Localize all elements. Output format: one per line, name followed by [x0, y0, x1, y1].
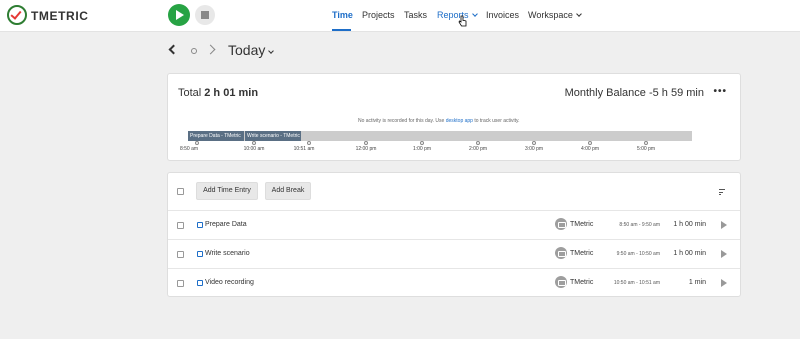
- project-name[interactable]: TMetric: [570, 250, 593, 257]
- today-button[interactable]: [191, 48, 197, 54]
- start-timer-button[interactable]: [168, 4, 190, 26]
- project-icon: [555, 218, 567, 230]
- sort-list-icon[interactable]: [719, 189, 725, 195]
- chevron-down-icon: [471, 11, 478, 17]
- timeline-tick-label: 4:00 pm: [580, 146, 600, 152]
- date-label: Today: [228, 42, 266, 58]
- monthly-balance: Monthly Balance -5 h 59 min: [565, 87, 704, 99]
- timeline-tick: [644, 141, 648, 145]
- nav-workspace-label: Workspace: [528, 10, 573, 20]
- project-name[interactable]: TMetric: [570, 279, 593, 286]
- timeline-tick-label: 12:00 pm: [355, 146, 377, 152]
- activity-note-prefix: No activity is recorded for this day. Us…: [358, 118, 445, 124]
- play-icon[interactable]: [721, 221, 727, 229]
- day-timeline: Prepare Data - TMetric Write scenario - …: [188, 131, 692, 141]
- play-icon[interactable]: [721, 250, 727, 258]
- timeline-tick-label: 2:00 pm: [468, 146, 488, 152]
- nav-invoices[interactable]: Invoices: [486, 10, 519, 20]
- total-value: 2 h 01 min: [204, 87, 259, 99]
- add-time-entry-button[interactable]: Add Time Entry: [196, 182, 258, 200]
- task-name[interactable]: Write scenario: [205, 250, 250, 257]
- row-checkbox[interactable]: [177, 280, 184, 287]
- table-row[interactable]: Video recording TMetric 10:50 am - 10:51…: [168, 269, 740, 298]
- date-picker[interactable]: Today: [228, 42, 275, 58]
- time-range[interactable]: 8:50 am - 9:50 am: [600, 222, 660, 228]
- timeline-tick-label: 3:00 pm: [524, 146, 544, 152]
- activity-note-suffix: to track user activity.: [474, 118, 520, 124]
- nav-active-indicator: [332, 29, 351, 31]
- timeline-tick: [364, 141, 368, 145]
- select-all-checkbox[interactable]: [177, 188, 184, 195]
- timeline-tick: [252, 141, 256, 145]
- time-range[interactable]: 9:50 am - 10:50 am: [600, 251, 660, 257]
- project-icon: [555, 247, 567, 259]
- nav-reports[interactable]: Reports: [437, 10, 478, 20]
- nav-tasks[interactable]: Tasks: [404, 10, 427, 20]
- timeline-tick-label: 8:50 am: [179, 146, 199, 152]
- timeline-tick-label: 5:00 pm: [636, 146, 656, 152]
- chevron-down-icon: [268, 48, 275, 54]
- timeline-tick-label: 10:00 am: [243, 146, 265, 152]
- task-name[interactable]: Prepare Data: [205, 221, 247, 228]
- timeline-tick: [588, 141, 592, 145]
- timeline-tick: [420, 141, 424, 145]
- stop-timer-button[interactable]: [195, 5, 215, 25]
- activity-note: No activity is recorded for this day. Us…: [358, 118, 520, 124]
- timeline-tick: [307, 141, 311, 145]
- brand-name: TMETRIC: [31, 9, 89, 23]
- timeline-segment-prepare-data[interactable]: Prepare Data - TMetric: [188, 131, 244, 141]
- play-icon[interactable]: [721, 279, 727, 287]
- timeline-tick-label: 10:51 am: [293, 146, 315, 152]
- timeline-tick: [476, 141, 480, 145]
- timeline-tick-label: 1:00 pm: [412, 146, 432, 152]
- duration[interactable]: 1 h 00 min: [668, 221, 706, 228]
- task-link-icon[interactable]: [197, 280, 203, 286]
- nav-time[interactable]: Time: [332, 10, 353, 20]
- previous-day-button[interactable]: [168, 44, 179, 55]
- duration[interactable]: 1 min: [668, 279, 706, 286]
- desktop-app-link[interactable]: desktop app: [446, 118, 473, 124]
- timeline-tick: [532, 141, 536, 145]
- task-link-icon[interactable]: [197, 251, 203, 257]
- total-time: Total 2 h 01 min: [178, 87, 258, 99]
- time-range[interactable]: 10:50 am - 10:51 am: [600, 280, 660, 286]
- nav-workspace[interactable]: Workspace: [528, 10, 582, 20]
- timeline-tick: [195, 141, 199, 145]
- project-name[interactable]: TMetric: [570, 221, 593, 228]
- project-icon: [555, 276, 567, 288]
- summary-card: Total 2 h 01 min Monthly Balance -5 h 59 …: [167, 73, 741, 161]
- top-bar: TMETRIC Time Projects Tasks Reports Invo…: [0, 0, 800, 32]
- nav-projects[interactable]: Projects: [362, 10, 395, 20]
- row-checkbox[interactable]: [177, 222, 184, 229]
- next-day-button[interactable]: [205, 44, 216, 55]
- balance-value: -5 h 59 min: [648, 87, 704, 99]
- balance-label: Monthly Balance: [564, 87, 646, 99]
- task-link-icon[interactable]: [197, 222, 203, 228]
- table-row[interactable]: Prepare Data TMetric 8:50 am - 9:50 am 1…: [168, 211, 740, 240]
- add-break-button[interactable]: Add Break: [265, 182, 311, 200]
- tmetric-logo-icon: [7, 5, 27, 25]
- chevron-down-icon: [576, 11, 582, 17]
- entries-toolbar: Add Time Entry Add Break: [168, 173, 740, 211]
- row-checkbox[interactable]: [177, 251, 184, 258]
- time-entries-card: Add Time Entry Add Break Prepare Data TM…: [167, 172, 741, 297]
- total-label: Total: [178, 87, 202, 99]
- more-options-button[interactable]: •••: [713, 86, 727, 97]
- table-row[interactable]: Write scenario TMetric 9:50 am - 10:50 a…: [168, 240, 740, 269]
- timeline-segment-write-scenario[interactable]: Write scenario - TMetric: [245, 131, 301, 141]
- duration[interactable]: 1 h 00 min: [668, 250, 706, 257]
- hand-cursor-icon: [458, 15, 467, 27]
- task-name[interactable]: Video recording: [205, 279, 254, 286]
